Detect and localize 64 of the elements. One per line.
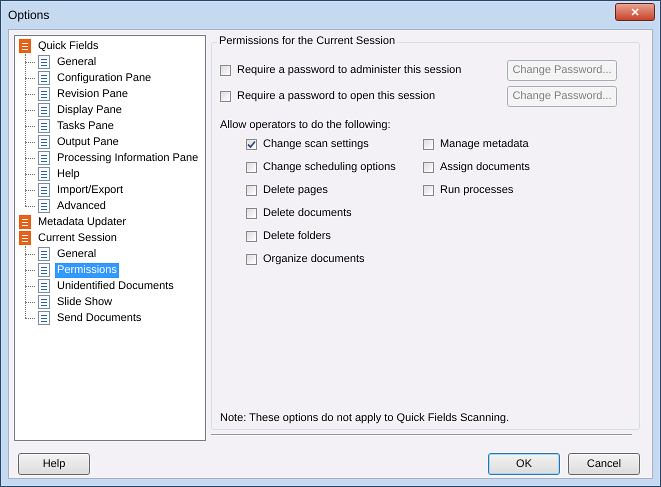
page-icon — [36, 86, 52, 102]
group-title: Permissions for the Current Session — [217, 35, 398, 47]
section-label: Allow operators to do the following: — [220, 119, 392, 131]
help-button[interactable]: Help — [18, 453, 90, 475]
checkbox-label: Delete documents — [263, 207, 352, 219]
tree-item[interactable]: Tasks Pane — [55, 118, 116, 134]
page-icon — [36, 54, 52, 70]
checkbox[interactable] — [423, 138, 434, 150]
checkbox[interactable] — [246, 162, 257, 172]
window-title: Options — [8, 8, 50, 22]
checkbox-label: Manage metadata — [440, 138, 529, 150]
checkbox-label: Change scheduling options — [263, 161, 396, 173]
checkbox-label: Assign documents — [440, 161, 530, 173]
page-icon — [36, 150, 52, 166]
page-icon — [36, 294, 52, 310]
checkbox[interactable] — [246, 138, 257, 150]
page-icon — [36, 102, 52, 118]
page-icon — [36, 198, 52, 214]
page-icon — [36, 262, 52, 278]
checkbox[interactable] — [220, 90, 231, 102]
page-icon — [36, 70, 52, 86]
note-text: Note: These options do not apply to Quick Fields Scanning. — [220, 412, 510, 426]
tree-item[interactable]: Help — [55, 166, 82, 182]
page-icon — [36, 246, 52, 262]
checkbox[interactable] — [423, 162, 434, 172]
tree-item[interactable]: Import/Export — [55, 182, 126, 198]
checkbox[interactable] — [246, 208, 257, 218]
tree-item[interactable]: Revision Pane — [55, 86, 130, 102]
checkbox-label: Delete folders — [263, 230, 331, 242]
page-icon — [36, 182, 52, 198]
checkbox-label: Organize documents — [263, 253, 364, 265]
page-icon — [36, 118, 52, 134]
checkbox[interactable] — [423, 184, 434, 196]
page-icon — [36, 278, 52, 294]
document-icon — [17, 214, 33, 230]
tree-item[interactable]: Display Pane — [55, 102, 124, 118]
tree-item[interactable]: Send Documents — [55, 310, 144, 326]
checkbox-label: Require a password to administer this session — [237, 64, 462, 76]
checkbox-label: Delete pages — [263, 184, 328, 196]
tree-item[interactable]: Unidentified Documents — [55, 278, 176, 294]
tree-item[interactable]: Metadata Updater — [36, 214, 128, 230]
checkbox-label: Change scan settings — [263, 138, 369, 150]
tree-item[interactable]: General — [55, 54, 98, 70]
tree-item[interactable]: Configuration Pane — [55, 70, 154, 86]
checkbox[interactable] — [246, 184, 257, 196]
checkbox[interactable] — [246, 230, 257, 242]
tree-item[interactable]: General — [55, 246, 98, 262]
ok-button[interactable]: OK — [488, 453, 560, 475]
page-icon — [36, 310, 52, 326]
tree-item[interactable]: Current Session — [36, 230, 119, 246]
tree-item[interactable]: Slide Show — [55, 294, 114, 310]
page-icon — [36, 134, 52, 150]
tree-item[interactable]: Quick Fields — [36, 38, 101, 54]
tree-item[interactable]: Output Pane — [55, 134, 121, 150]
tree-item[interactable]: Advanced — [55, 198, 108, 214]
checkbox-label: Run processes — [440, 184, 514, 196]
checkbox-label: Require a password to open this session — [237, 90, 436, 102]
cancel-button[interactable]: Cancel — [568, 453, 640, 475]
checkbox[interactable] — [246, 254, 257, 264]
page-icon — [36, 166, 52, 182]
tree-item[interactable]: Processing Information Pane — [55, 150, 200, 166]
checkbox[interactable] — [220, 64, 231, 76]
document-icon — [17, 38, 33, 54]
document-icon — [17, 230, 33, 246]
